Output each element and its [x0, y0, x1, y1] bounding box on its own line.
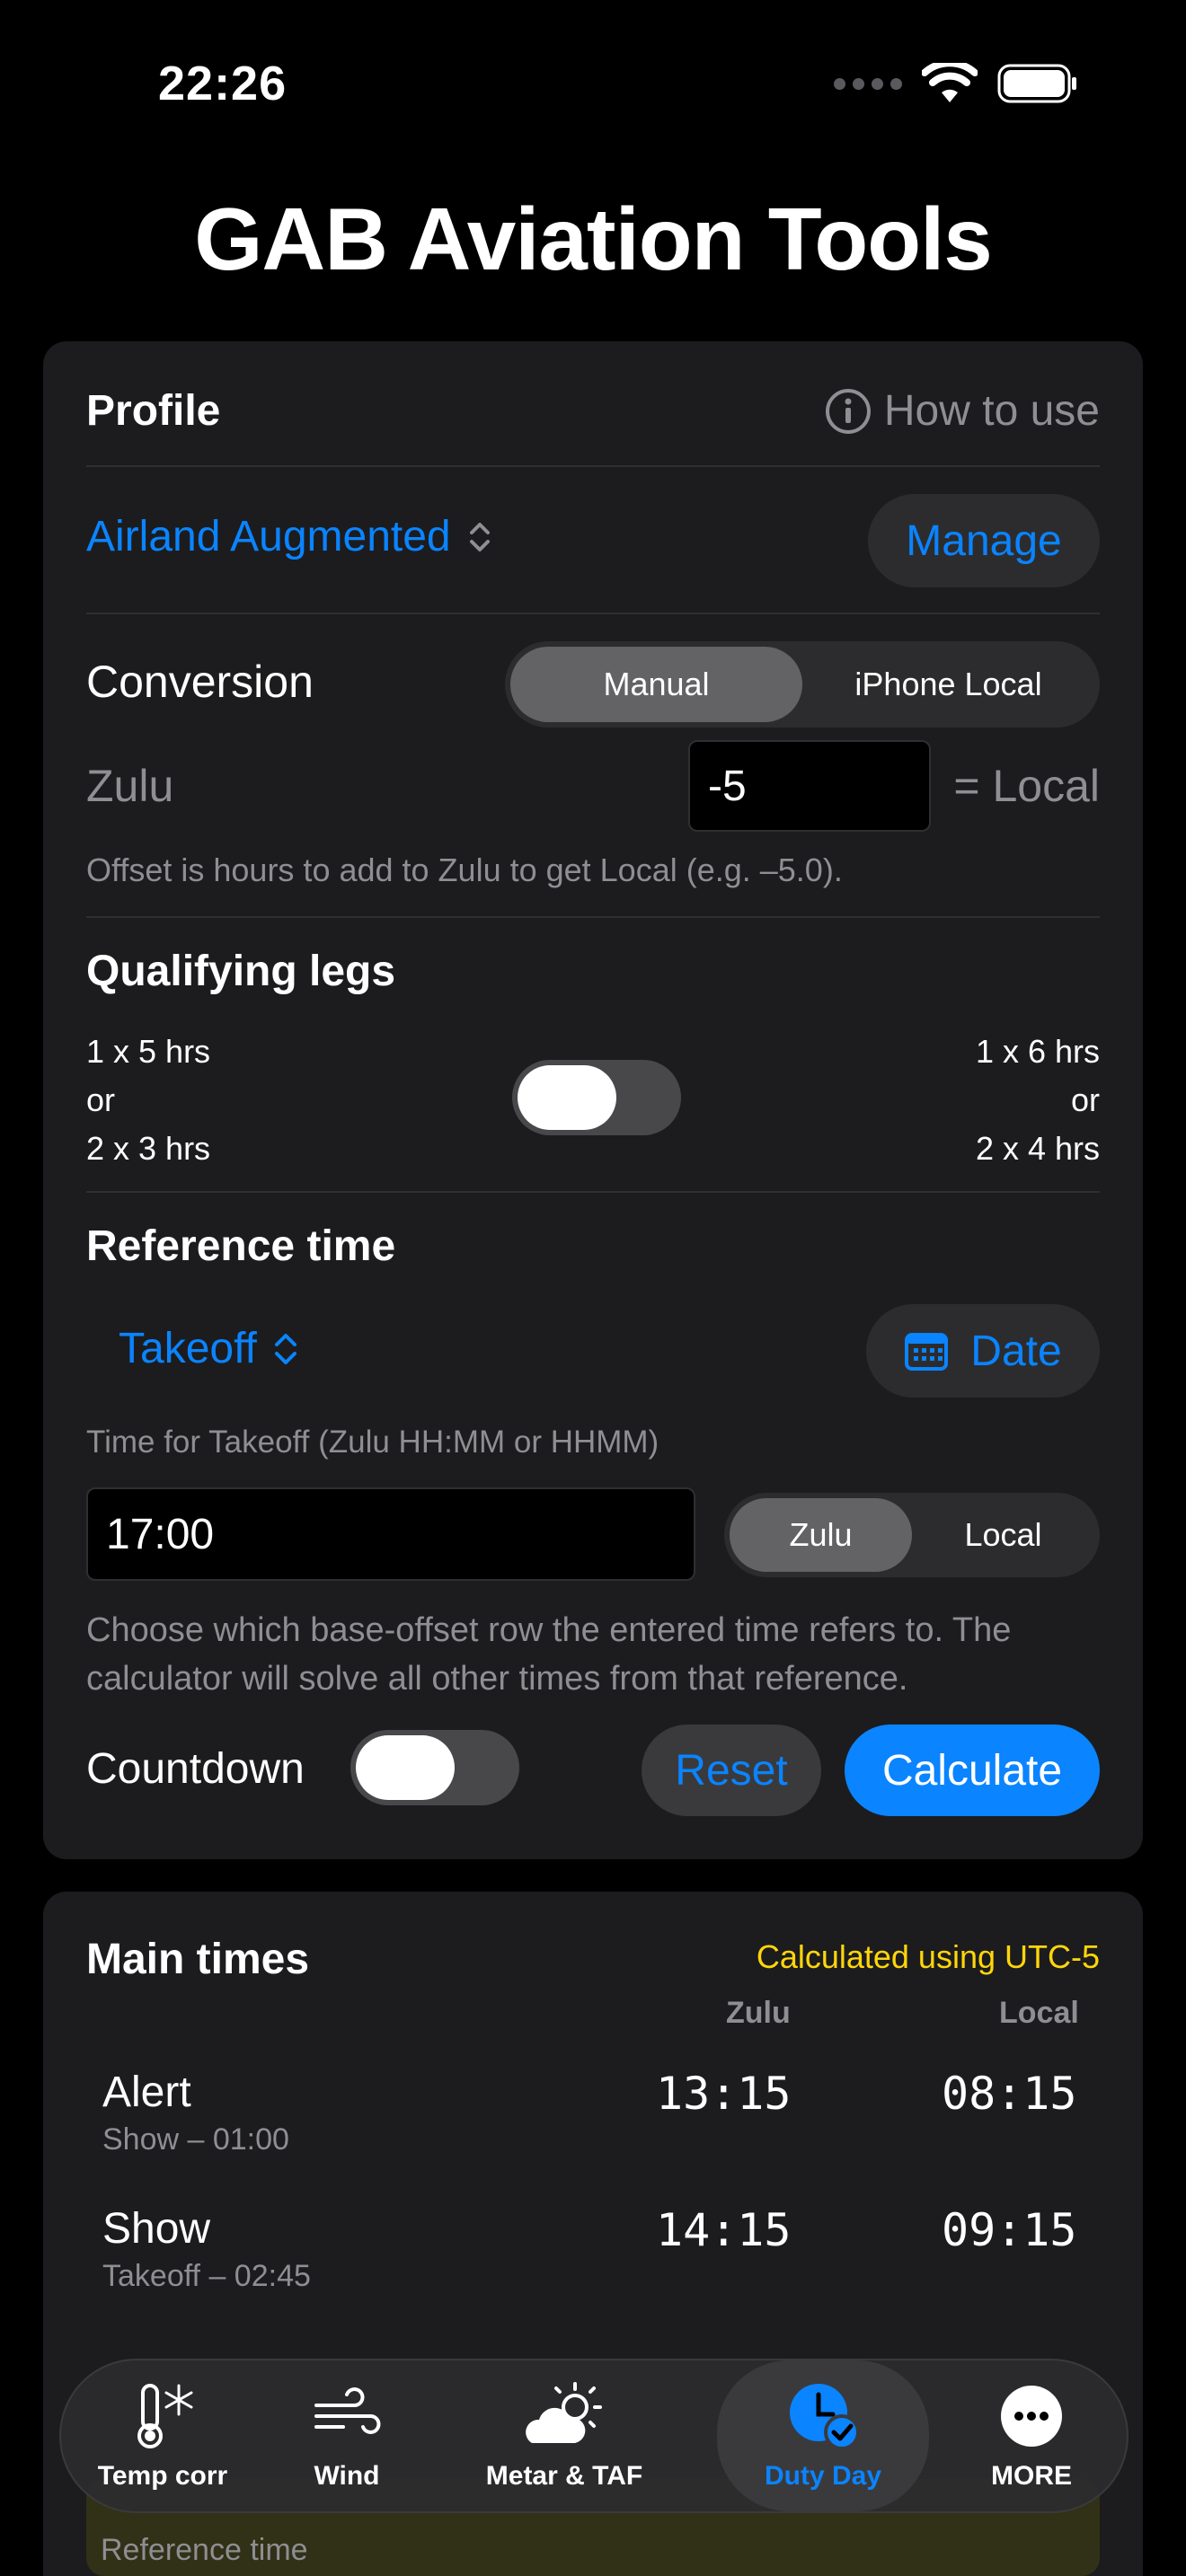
row-zulu-time: 13:15 — [656, 2068, 792, 2120]
qualifying-legs-toggle[interactable] — [512, 1060, 681, 1135]
offset-hint: Offset is hours to add to Zulu to get Lo… — [86, 851, 843, 888]
date-button[interactable]: Date — [866, 1304, 1100, 1398]
reference-picker-label: Takeoff — [119, 1325, 257, 1372]
tab-more[interactable]: MORE — [951, 2360, 1112, 2511]
reference-picker[interactable]: Takeoff — [119, 1324, 300, 1373]
more-icon — [1001, 2386, 1062, 2447]
cloud-sun-icon — [526, 2382, 602, 2443]
profile-heading: Profile — [86, 387, 221, 435]
calculate-button[interactable]: Calculate — [845, 1725, 1100, 1816]
wind-icon — [314, 2387, 381, 2434]
tab-label: Temp corr — [97, 2461, 228, 2491]
reference-row-label: Reference time — [101, 2533, 308, 2567]
qualifying-legs-heading: Qualifying legs — [86, 948, 396, 995]
equals-local-label: = Local — [953, 761, 1100, 811]
reference-hint: Choose which base-offset row the entered… — [86, 1611, 1012, 1698]
calendar-icon — [905, 1333, 949, 1371]
main-times-heading: Main times — [86, 1936, 310, 1983]
tab-wind[interactable]: Wind — [264, 2360, 429, 2511]
table-row[interactable]: Show Takeoff – 02:45 — [102, 2204, 311, 2294]
how-to-use-label: How to use — [883, 387, 1100, 435]
row-zulu-time: 14:15 — [656, 2204, 792, 2256]
date-button-label: Date — [970, 1327, 1062, 1375]
clock-check-icon — [790, 2384, 860, 2450]
tab-label: Metar & TAF — [485, 2461, 643, 2491]
zone-option-local[interactable]: Local — [912, 1498, 1094, 1572]
info-icon — [825, 388, 871, 434]
status-time: 22:26 — [158, 57, 288, 110]
tab-metar-taf[interactable]: Metar & TAF — [456, 2360, 672, 2511]
battery-icon — [997, 64, 1076, 103]
how-to-use-link[interactable]: How to use — [825, 386, 1100, 436]
countdown-label: Countdown — [86, 1745, 305, 1793]
chevron-up-down-icon — [469, 522, 490, 551]
chevron-up-down-icon — [274, 1333, 296, 1364]
offset-input[interactable]: -5 — [688, 740, 931, 832]
tab-label: MORE — [991, 2461, 1072, 2491]
zulu-label: Zulu — [86, 761, 174, 811]
status-icons — [834, 63, 1078, 104]
zone-option-zulu[interactable]: Zulu — [730, 1498, 912, 1572]
reset-button[interactable]: Reset — [642, 1725, 821, 1816]
time-zone-segmented[interactable]: Zulu Local — [724, 1493, 1100, 1577]
status-bar: 22:26 — [0, 0, 1186, 171]
conversion-option-manual[interactable]: Manual — [510, 647, 802, 722]
wifi-icon — [922, 63, 978, 102]
col-header-local: Local — [999, 1996, 1079, 2030]
legs-option-left: 1 x 5 hrs or 2 x 3 hrs — [86, 1033, 211, 1167]
col-header-zulu: Zulu — [726, 1996, 791, 2030]
thermometer-snowflake-icon — [137, 2384, 193, 2448]
time-field-label: Time for Takeoff (Zulu HH:MM or HHMM) — [86, 1425, 659, 1460]
row-local-time: 08:15 — [942, 2068, 1077, 2120]
tab-bar: Temp corr Wind Metar & TAF Duty Day MORE — [59, 2359, 1128, 2513]
countdown-toggle[interactable] — [350, 1730, 519, 1805]
tab-temp-corr[interactable]: Temp corr — [79, 2360, 246, 2511]
tab-label: Duty Day — [764, 2461, 882, 2491]
profile-picker[interactable]: Airland Augmented — [86, 512, 492, 561]
conversion-option-iphone-local[interactable]: iPhone Local — [802, 647, 1094, 722]
settings-card: Profile How to use Airland Augmented Man… — [43, 341, 1143, 1859]
profile-picker-label: Airland Augmented — [86, 513, 451, 560]
app-title: GAB Aviation Tools — [194, 190, 993, 288]
calculated-note: Calculated using UTC-5 — [756, 1938, 1100, 1975]
reference-time-input[interactable]: 17:00 — [86, 1487, 695, 1581]
conversion-mode-segmented[interactable]: Manual iPhone Local — [505, 641, 1100, 728]
legs-option-right: 1 x 6 hrs or 2 x 4 hrs — [975, 1033, 1100, 1167]
table-row[interactable]: Alert Show – 01:00 — [102, 2068, 289, 2157]
tab-duty-day[interactable]: Duty Day — [717, 2360, 929, 2511]
reference-time-heading: Reference time — [86, 1222, 396, 1270]
cellular-dots-icon — [834, 77, 902, 90]
manage-button[interactable]: Manage — [868, 494, 1100, 587]
conversion-label: Conversion — [86, 657, 314, 707]
tab-label: Wind — [314, 2461, 380, 2491]
row-local-time: 09:15 — [942, 2204, 1077, 2256]
